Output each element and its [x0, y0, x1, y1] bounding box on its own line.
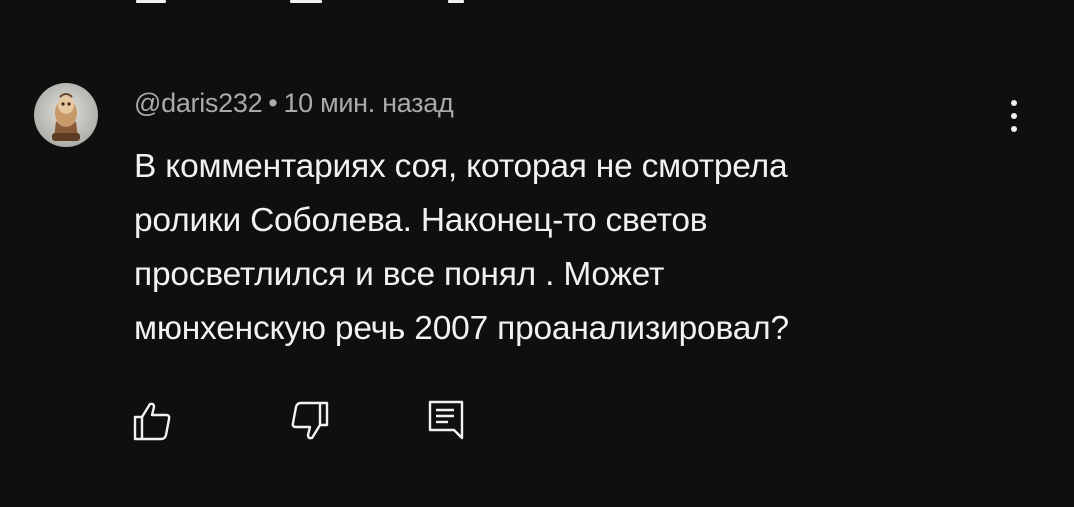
comment-thread: @daris232 • 10 мин. назад В комментариях с… — [0, 0, 1074, 507]
comment-text: В комментариях соя, которая не смотрела … — [134, 148, 789, 347]
comment-meta: @daris232 • 10 мин. назад — [134, 88, 454, 119]
author-name[interactable]: @daris232 — [134, 88, 263, 118]
more-vert-icon — [1011, 100, 1017, 132]
meta-separator: • — [268, 88, 278, 118]
more-actions-button[interactable] — [996, 96, 1032, 136]
dislike-button[interactable] — [286, 398, 332, 444]
thumbs-down-icon — [291, 401, 329, 440]
reply-comment-icon — [428, 400, 464, 440]
avatar[interactable] — [34, 83, 98, 147]
thumbs-up-icon — [133, 402, 171, 441]
reply-button[interactable] — [424, 398, 470, 444]
avatar-image — [34, 83, 98, 147]
like-button[interactable] — [130, 398, 176, 444]
comment-timestamp[interactable]: 10 мин. назад — [283, 88, 453, 118]
